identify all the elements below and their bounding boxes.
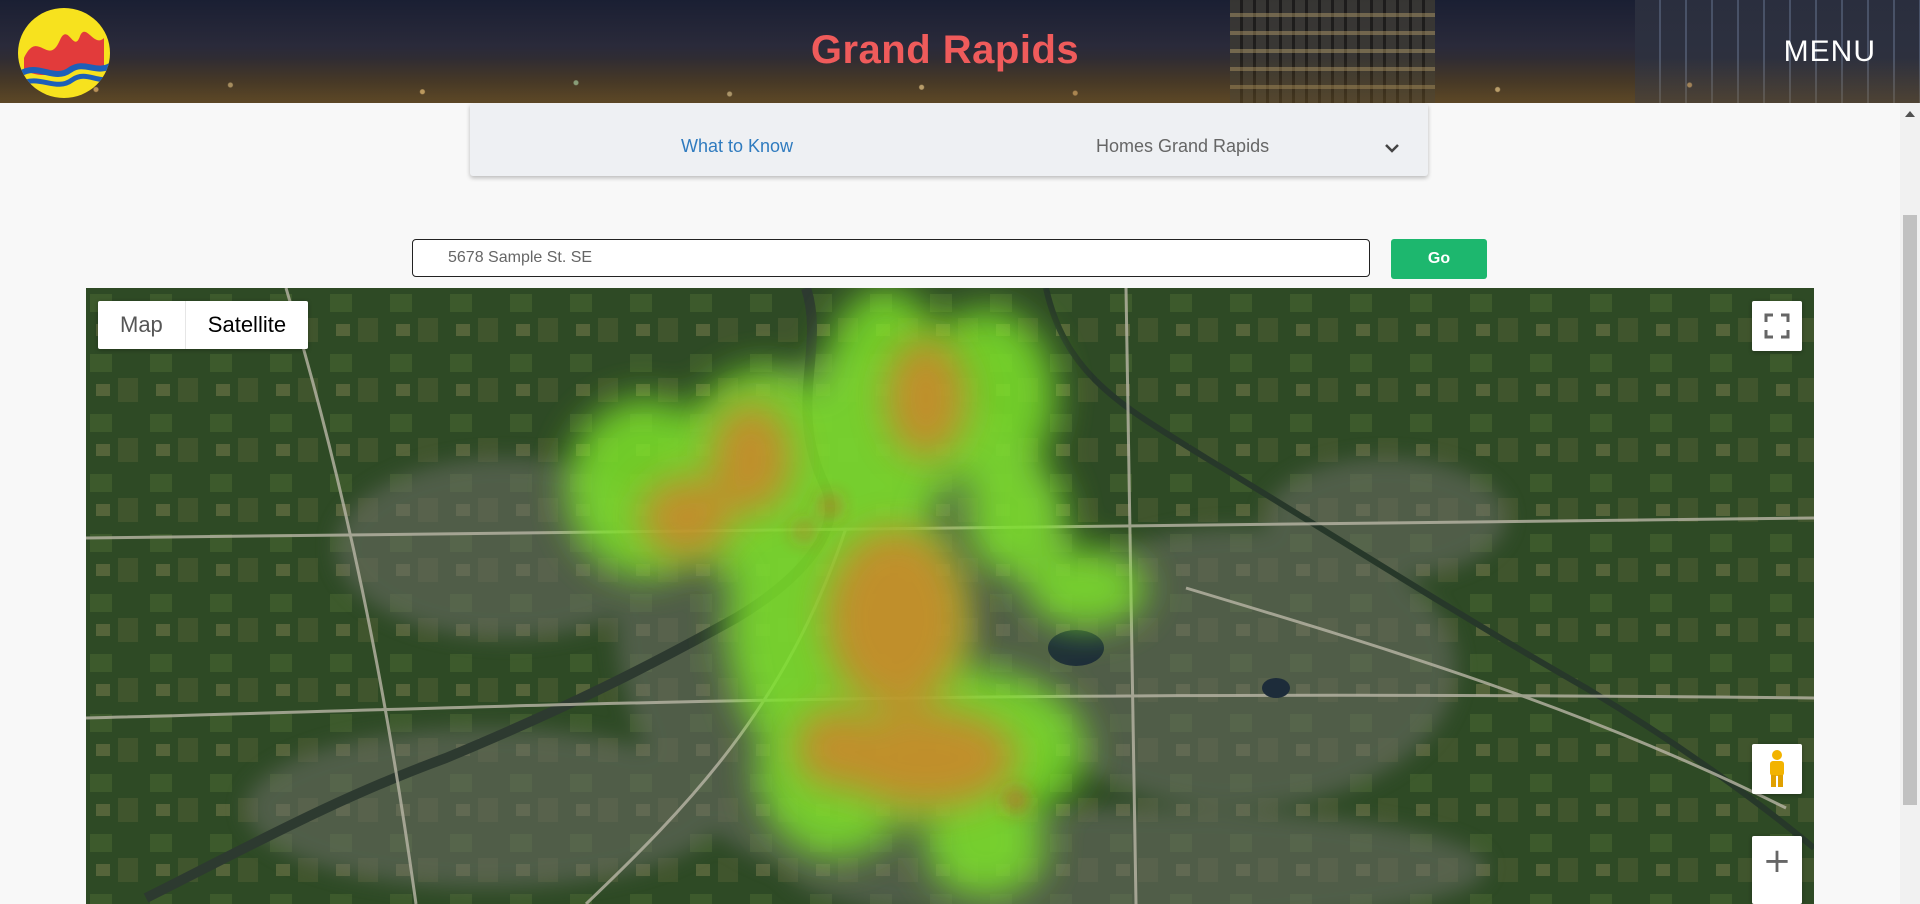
go-button[interactable]: Go xyxy=(1391,239,1487,279)
heatmap-map[interactable]: Map Satellite + xyxy=(86,288,1814,904)
zoom-in-icon[interactable]: + xyxy=(1763,844,1792,878)
address-search-input[interactable] xyxy=(412,239,1370,277)
chevron-down-icon[interactable] xyxy=(1382,138,1402,158)
fullscreen-icon xyxy=(1764,313,1790,339)
satellite-map-imagery xyxy=(86,288,1814,904)
zoom-control[interactable]: + xyxy=(1752,836,1802,904)
street-view-button[interactable] xyxy=(1752,744,1802,794)
menu-button[interactable]: MENU xyxy=(1784,35,1876,69)
page-title: Grand Rapids xyxy=(810,28,1080,72)
scrollbar-thumb[interactable] xyxy=(1903,215,1917,805)
nav-link-what-to-know[interactable]: What to Know xyxy=(681,136,793,157)
sub-navigation: What to Know Homes Grand Rapids xyxy=(470,104,1428,176)
nav-link-homes-grand-rapids[interactable]: Homes Grand Rapids xyxy=(1096,136,1269,157)
page-scrollbar[interactable] xyxy=(1900,103,1920,904)
scroll-up-icon[interactable] xyxy=(1905,111,1915,117)
site-header: Grand Rapids MENU xyxy=(0,0,1920,103)
pegman-icon xyxy=(1770,750,1784,787)
map-type-control: Map Satellite xyxy=(98,301,309,349)
map-type-satellite-button[interactable]: Satellite xyxy=(186,301,308,349)
fullscreen-button[interactable] xyxy=(1752,301,1802,351)
map-type-map-button[interactable]: Map xyxy=(98,301,186,349)
